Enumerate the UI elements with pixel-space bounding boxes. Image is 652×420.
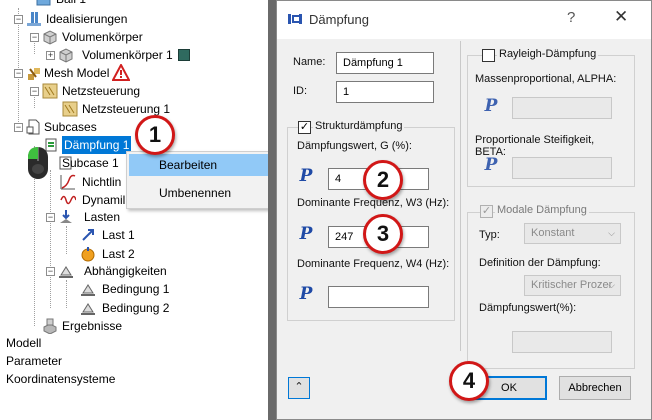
id-label: ID: — [293, 85, 308, 97]
menu-item-umbenennen[interactable]: Umbenennen — [129, 182, 283, 204]
w3-label: Dominante Frequenz, W3 (Hz): — [297, 197, 450, 209]
tree-connector — [18, 8, 19, 126]
gravity-load-icon — [81, 247, 95, 262]
collapse-toggle[interactable]: − — [30, 87, 39, 96]
structural-damping-checkbox[interactable]: ✓ — [298, 121, 311, 134]
collapse-toggle[interactable]: − — [14, 15, 23, 24]
definition-select[interactable]: Kritischer Prozer ⌵ — [524, 275, 621, 296]
mouse-icon — [28, 147, 48, 179]
parameter-alpha-button[interactable]: P — [480, 95, 502, 117]
tree-connector — [66, 280, 67, 308]
results-icon — [43, 318, 57, 334]
context-menu: Bearbeiten Umbenennen — [126, 151, 286, 209]
parameter-g-button[interactable]: P — [295, 165, 317, 187]
alpha-label: Massenproportional, ALPHA: — [475, 73, 617, 85]
callout-2: 2 — [363, 160, 403, 200]
parameter-beta-button[interactable]: P — [480, 154, 502, 176]
dynamic-icon — [60, 195, 76, 205]
damping-title-icon — [287, 14, 303, 24]
warning-icon — [112, 64, 130, 81]
damping-dialog: Dämpfung ? ✕ Name: Dämpfung 1 ID: 1 ✓ St… — [276, 0, 652, 420]
name-input[interactable]: Dämpfung 1 — [336, 52, 434, 74]
collapse-toggle[interactable]: − — [14, 123, 23, 132]
chevron-down-icon: ⌵ — [608, 228, 615, 238]
beta-label-line1: Proportionale Steifigkeit, — [475, 134, 595, 146]
section-koordinatensysteme[interactable]: Koordinatensysteme — [6, 370, 115, 388]
collapse-toggle[interactable]: − — [14, 69, 23, 78]
collapse-toggle[interactable]: − — [46, 267, 55, 276]
pane-separator — [460, 41, 461, 351]
load-arrow-icon — [82, 229, 94, 241]
dialog-titlebar[interactable]: Dämpfung ? ✕ — [277, 1, 651, 39]
solid-mesh-icon — [43, 30, 57, 45]
constraints-icon — [59, 266, 73, 278]
g-label: Dämpfungswert, G (%): — [297, 140, 412, 152]
double-chevron-up-icon: ⌃ — [294, 381, 304, 393]
model-tree: Ball 1 − Idealisierungen − Volumenkörper… — [0, 0, 278, 420]
menu-item-bearbeiten[interactable]: Bearbeiten — [129, 154, 283, 176]
mesh-control-icon — [42, 83, 58, 99]
typ-label: Typ: — [479, 229, 500, 241]
expand-toggle[interactable]: + — [46, 51, 55, 60]
rayleigh-checkbox[interactable] — [482, 49, 495, 62]
constraint-icon — [81, 303, 95, 315]
collapse-toggle[interactable]: − — [46, 213, 55, 222]
dialog-title: Dämpfung — [309, 12, 369, 27]
modal-value-input[interactable] — [512, 331, 612, 353]
modal-damping-checkbox[interactable]: ✓ — [480, 205, 493, 218]
w4-input[interactable] — [328, 286, 429, 308]
body-icon — [36, 0, 51, 6]
parameter-w4-button[interactable]: P — [295, 283, 317, 305]
collapse-panel-button[interactable]: ⌃ — [288, 377, 310, 399]
tree-connector — [66, 226, 67, 254]
id-input[interactable]: 1 — [336, 81, 434, 103]
typ-select[interactable]: Konstant ⌵ — [524, 223, 621, 244]
close-button[interactable]: ✕ — [614, 7, 628, 27]
mesh-model-icon — [28, 68, 40, 80]
loads-icon — [60, 210, 72, 223]
rayleigh-label: Rayleigh-Dämpfung — [497, 48, 599, 60]
idealization-icon — [27, 12, 41, 26]
subcases-icon — [26, 119, 40, 135]
tree-connector — [50, 170, 51, 308]
name-label: Name: — [293, 56, 326, 68]
help-button[interactable]: ? — [567, 9, 575, 26]
parameter-w3-button[interactable]: P — [295, 223, 317, 245]
callout-1: 1 — [135, 115, 175, 155]
mesh-control-icon — [62, 101, 78, 117]
constraint-icon — [81, 284, 95, 296]
structural-damping-label: Strukturdämpfung — [313, 120, 405, 132]
cancel-button[interactable]: Abbrechen — [559, 376, 631, 400]
w4-label: Dominante Frequenz, W4 (Hz): — [297, 258, 450, 270]
definition-label: Definition der Dämpfung: — [479, 257, 601, 269]
section-modell[interactable]: Modell — [6, 334, 41, 352]
nonlinear-icon — [60, 174, 76, 190]
callout-3: 3 — [363, 214, 403, 254]
modal-value-label: Dämpfungswert(%): — [479, 302, 577, 314]
collapse-toggle[interactable]: − — [30, 33, 39, 42]
chevron-down-icon: ⌵ — [608, 280, 615, 290]
section-parameter[interactable]: Parameter — [6, 352, 62, 370]
solid-mesh-icon — [59, 48, 73, 63]
modal-damping-label: Modale Dämpfung — [495, 204, 589, 216]
alpha-input[interactable] — [512, 97, 612, 119]
callout-4: 4 — [449, 361, 489, 401]
color-swatch — [178, 49, 190, 61]
beta-input[interactable] — [512, 157, 612, 179]
